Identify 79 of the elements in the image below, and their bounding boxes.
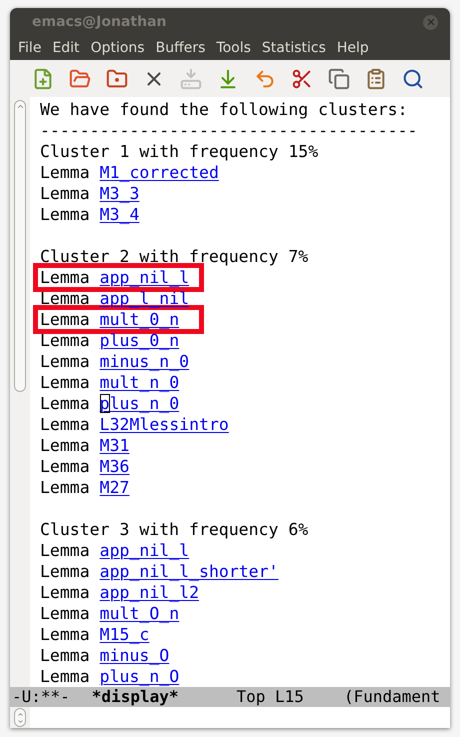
- menu-item[interactable]: Edit: [50, 38, 82, 58]
- folder-icon: [69, 68, 91, 90]
- menu-item[interactable]: Buffers: [154, 38, 208, 58]
- menu-item[interactable]: Statistics: [260, 38, 328, 58]
- lemma-link[interactable]: M1_corrected: [100, 162, 219, 183]
- menu-item[interactable]: Options: [88, 38, 147, 58]
- lemma-keyword: Lemma: [40, 561, 90, 582]
- scroll-up-icon: [16, 102, 24, 111]
- drive-icon: [180, 68, 202, 90]
- lemma-keyword: Lemma: [40, 603, 90, 624]
- lemma-keyword: Lemma: [40, 309, 90, 330]
- toolbar-button[interactable]: [291, 68, 313, 90]
- minibuffer-scrollbar[interactable]: [14, 708, 26, 727]
- lemma-link[interactable]: minus_n_0: [100, 351, 190, 372]
- search-icon: [402, 68, 424, 90]
- lemma-link[interactable]: app_nil_l: [100, 540, 190, 561]
- lemma-link[interactable]: app_nil_l_shorter': [100, 561, 278, 582]
- buffer-line: Cluster 2 with frequency 7%: [40, 246, 310, 267]
- major-mode: (Fundament: [344, 687, 440, 707]
- toolbar-button[interactable]: [402, 68, 424, 90]
- lemma-keyword: Lemma: [40, 435, 90, 456]
- lemma-link[interactable]: mult_O_n: [100, 603, 180, 624]
- lemma-keyword: Lemma: [40, 204, 90, 225]
- lemma-keyword: Lemma: [40, 393, 90, 414]
- lemma-keyword: Lemma: [40, 477, 90, 498]
- lemma-link[interactable]: app_nil_l2: [100, 582, 200, 603]
- lemma-keyword: Lemma: [40, 330, 90, 351]
- lemma-keyword: Lemma: [40, 351, 90, 372]
- mode-status: -U:**-: [12, 687, 70, 707]
- buffer-line: Cluster 3 with frequency 6%: [40, 519, 310, 540]
- lemma-link[interactable]: M27: [100, 477, 130, 498]
- lemma-keyword: Lemma: [40, 288, 90, 309]
- new-file-icon: [32, 68, 54, 90]
- scroll-down-icon: [16, 718, 24, 724]
- lemma-link[interactable]: plus_n_O: [100, 666, 180, 687]
- lemma-link[interactable]: app_l_nil: [100, 288, 190, 309]
- lemma-link[interactable]: plus_0_n: [100, 330, 180, 351]
- cut-icon: [291, 68, 313, 90]
- lemma-keyword: Lemma: [40, 456, 90, 477]
- lemma-link[interactable]: M3_4: [100, 204, 140, 225]
- toolbar-button[interactable]: [365, 68, 387, 90]
- lemma-link[interactable]: M36: [100, 456, 130, 477]
- lemma-link[interactable]: mult_0_n: [100, 309, 180, 330]
- lemma-link[interactable]: plus_n_0: [100, 393, 180, 414]
- lemma-link[interactable]: mult_n_0: [100, 372, 180, 393]
- lemma-keyword: Lemma: [40, 582, 90, 603]
- close-button[interactable]: [423, 14, 438, 30]
- toolbar-button[interactable]: [69, 68, 91, 90]
- buffer-line: --------------------------------------: [40, 120, 418, 141]
- scrollbar-thumb[interactable]: [14, 100, 26, 392]
- lemma-keyword: Lemma: [40, 666, 90, 687]
- buffer-name: *display*: [92, 687, 178, 707]
- menu-item[interactable]: File: [16, 38, 44, 58]
- menu-item[interactable]: Tools: [214, 38, 253, 58]
- lemma-keyword: Lemma: [40, 414, 90, 435]
- copy-icon: [328, 68, 350, 90]
- lemma-keyword: Lemma: [40, 540, 90, 561]
- lemma-link[interactable]: L32Mlessintro: [100, 414, 229, 435]
- paste-icon: [365, 68, 387, 90]
- lemma-keyword: Lemma: [40, 267, 90, 288]
- lemma-keyword: Lemma: [40, 183, 90, 204]
- toolbar-button[interactable]: [328, 68, 350, 90]
- buffer-line: We have found the following clusters:: [40, 99, 409, 120]
- lemma-link[interactable]: M15_c: [100, 624, 150, 645]
- window-title: emacs@Jonathan: [32, 12, 166, 32]
- menu-item[interactable]: Help: [334, 38, 371, 58]
- lemma-link[interactable]: app_nil_l: [100, 267, 190, 288]
- lemma-keyword: Lemma: [40, 162, 90, 183]
- buffer-position: Top L15: [236, 687, 304, 707]
- buffer-line: Cluster 1 with frequency 15%: [40, 141, 320, 162]
- lemma-link[interactable]: M31: [100, 435, 130, 456]
- lemma-link[interactable]: M3_3: [100, 183, 140, 204]
- scroll-up-icon: [16, 710, 24, 718]
- close-icon: [426, 17, 436, 27]
- lemma-keyword: Lemma: [40, 372, 90, 393]
- lemma-keyword: Lemma: [40, 645, 90, 666]
- lemma-keyword: Lemma: [40, 624, 90, 645]
- undo-icon: [254, 68, 276, 90]
- lemma-link[interactable]: minus_O: [100, 645, 170, 666]
